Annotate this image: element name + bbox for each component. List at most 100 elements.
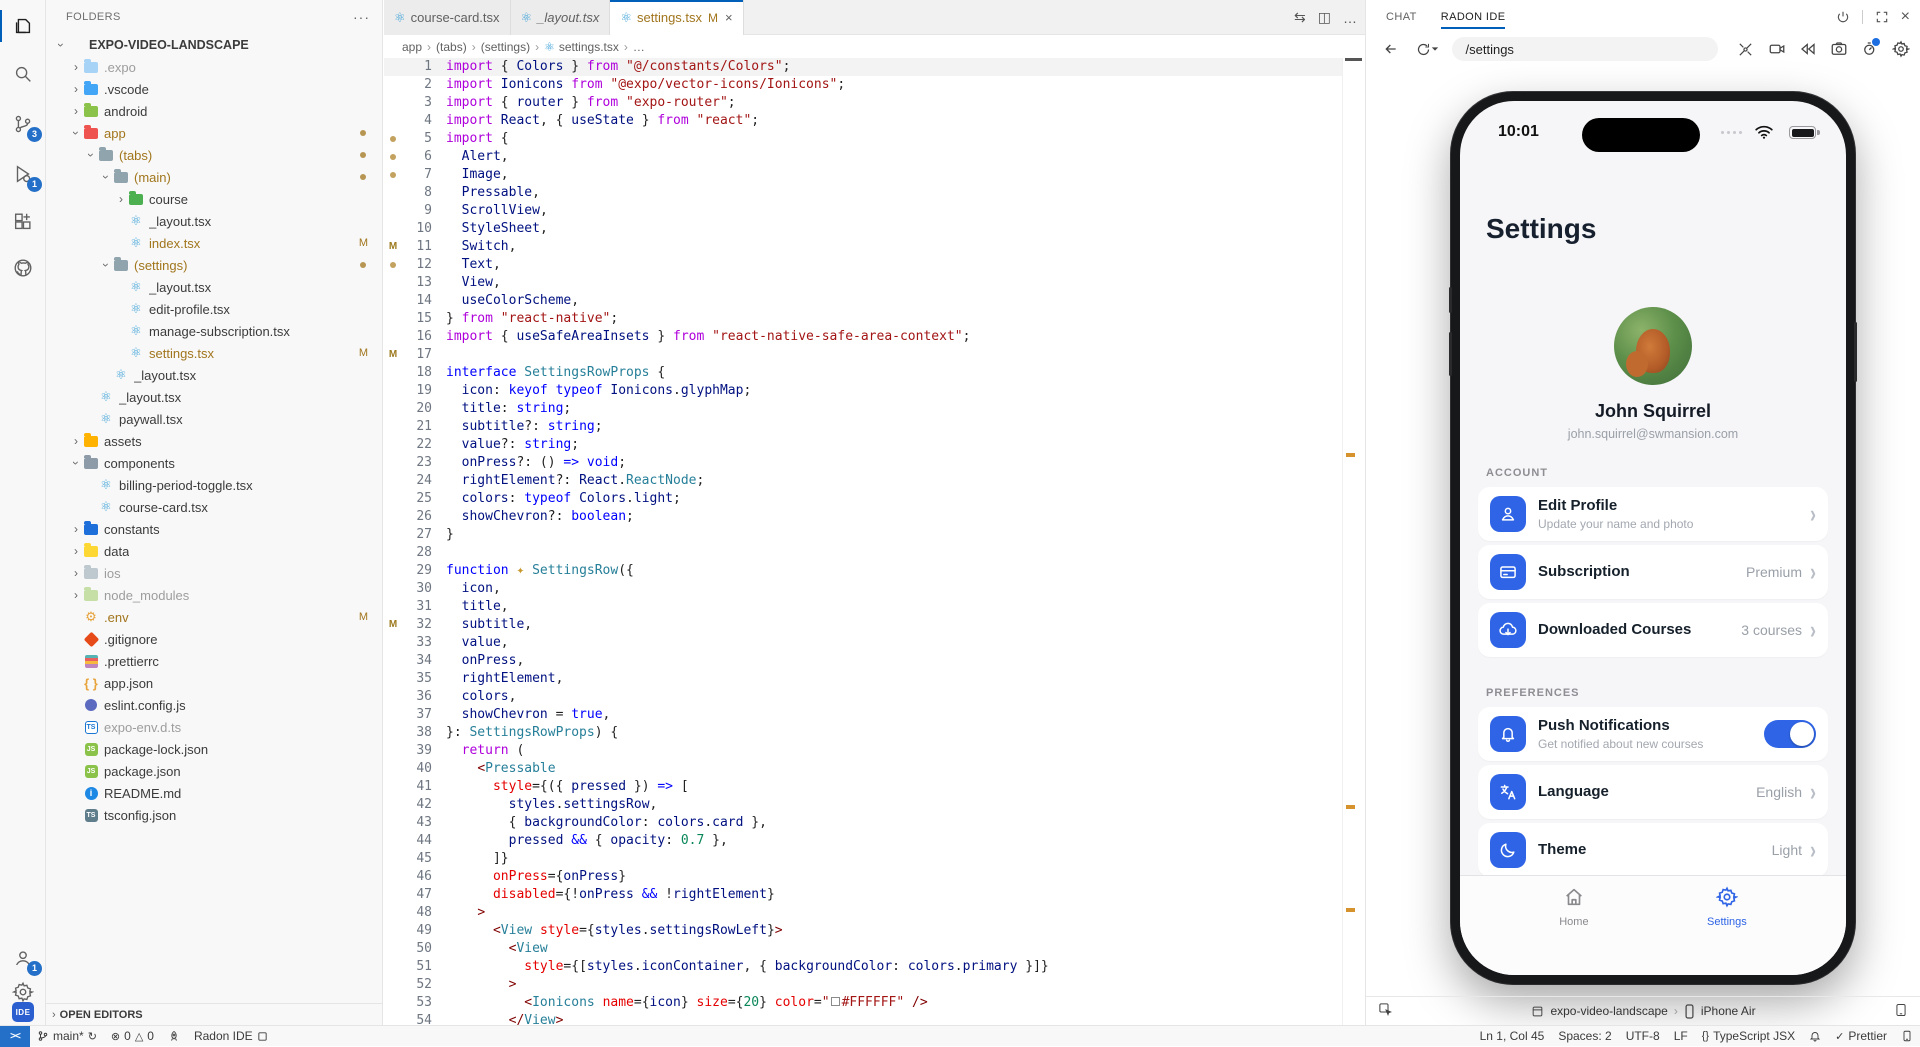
editor-tab-course-card-tsx[interactable]: ⚛course-card.tsx bbox=[384, 0, 511, 35]
url-bar[interactable]: /settings bbox=[1452, 37, 1719, 61]
tree-file--prettierrc[interactable]: ›.prettierrc bbox=[46, 650, 382, 672]
tree-folder-app[interactable]: ›app bbox=[46, 122, 382, 144]
settings-row-edit-profile[interactable]: Edit ProfileUpdate your name and photo› bbox=[1478, 487, 1828, 541]
eol[interactable]: LF bbox=[1667, 1026, 1695, 1047]
tree-folder--tabs-[interactable]: ›(tabs) bbox=[46, 144, 382, 166]
editor-more-icon[interactable]: … bbox=[1343, 10, 1357, 26]
code-line[interactable]: 51 style={[styles.iconContainer, { backg… bbox=[384, 958, 1342, 976]
code-line[interactable]: M11 Switch, bbox=[384, 238, 1342, 256]
breadcrumb[interactable]: app›(tabs)›(settings)›⚛settings.tsx›… bbox=[384, 35, 1365, 58]
breadcrumb-item[interactable]: (settings) bbox=[481, 40, 530, 54]
radon-ide-status[interactable]: Radon IDE bbox=[187, 1026, 275, 1047]
code-line[interactable]: 38}: SettingsRowProps) { bbox=[384, 724, 1342, 742]
code-line[interactable]: 46 onPress={onPress} bbox=[384, 868, 1342, 886]
code-line[interactable]: 21 subtitle?: string; bbox=[384, 418, 1342, 436]
fullscreen-icon[interactable] bbox=[1875, 10, 1889, 24]
feedback-icon[interactable] bbox=[1894, 1026, 1920, 1047]
code-line[interactable]: 33 value, bbox=[384, 634, 1342, 652]
tab-chat[interactable]: CHAT bbox=[1386, 0, 1417, 33]
search-icon[interactable] bbox=[0, 54, 46, 94]
tree-file-package-lock-json[interactable]: ›JSpackage-lock.json bbox=[46, 738, 382, 760]
tree-file-billing-period-toggle-tsx[interactable]: ›⚛billing-period-toggle.tsx bbox=[46, 474, 382, 496]
problems-status[interactable]: ⊗0 △0 bbox=[104, 1026, 161, 1047]
code-line[interactable]: 49 <View style={styles.settingsRowLeft}> bbox=[384, 922, 1342, 940]
code-line[interactable]: M32 subtitle, bbox=[384, 616, 1342, 634]
sidebar-more-icon[interactable]: ··· bbox=[353, 9, 370, 25]
code-line[interactable]: 4import React, { useState } from "react"… bbox=[384, 112, 1342, 130]
code-line[interactable]: 52 > bbox=[384, 976, 1342, 994]
code-line[interactable]: 14 useColorScheme, bbox=[384, 292, 1342, 310]
tree-file-edit-profile-tsx[interactable]: ›⚛edit-profile.tsx bbox=[46, 298, 382, 320]
code-line[interactable]: 37 showChevron = true, bbox=[384, 706, 1342, 724]
code-line[interactable]: 31 title, bbox=[384, 598, 1342, 616]
tree-folder-course[interactable]: ›course bbox=[46, 188, 382, 210]
code-line[interactable]: 24 rightElement?: React.ReactNode; bbox=[384, 472, 1342, 490]
replay-icon[interactable] bbox=[1796, 37, 1819, 61]
close-tab-icon[interactable]: × bbox=[725, 10, 733, 25]
dev-tools-icon[interactable] bbox=[1734, 37, 1757, 61]
tree-folder-components[interactable]: ›components bbox=[46, 452, 382, 474]
code-line[interactable]: 19 icon: keyof typeof Ionicons.glyphMap; bbox=[384, 382, 1342, 400]
push-notifications-toggle[interactable] bbox=[1764, 720, 1816, 748]
back-icon[interactable] bbox=[1380, 37, 1403, 61]
prettier-status[interactable]: ✓Prettier bbox=[1828, 1026, 1894, 1047]
tree-folder--main-[interactable]: ›(main) bbox=[46, 166, 382, 188]
code-line[interactable]: 6 Alert, bbox=[384, 148, 1342, 166]
code-line[interactable]: 34 onPress, bbox=[384, 652, 1342, 670]
compare-changes-icon[interactable]: ⇆ bbox=[1294, 9, 1306, 26]
code-line[interactable]: 26 showChevron?: boolean; bbox=[384, 508, 1342, 526]
code-line[interactable]: 27} bbox=[384, 526, 1342, 544]
tree-file--layout-tsx[interactable]: ›⚛_layout.tsx bbox=[46, 364, 382, 386]
code-line[interactable]: 48 > bbox=[384, 904, 1342, 922]
settings-row-language[interactable]: LanguageEnglish› bbox=[1478, 765, 1828, 819]
settings-row-push-notifications[interactable]: Push NotificationsGet notified about new… bbox=[1478, 707, 1828, 761]
code-line[interactable]: 2import Ionicons from "@expo/vector-icon… bbox=[384, 76, 1342, 94]
github-icon[interactable] bbox=[0, 248, 46, 288]
tree-folder-expo-video-landscape[interactable]: ›EXPO-VIDEO-LANDSCAPE bbox=[46, 34, 382, 56]
power-icon[interactable] bbox=[1836, 10, 1850, 24]
code-line[interactable]: 18interface SettingsRowProps { bbox=[384, 364, 1342, 382]
phone-tab-home[interactable]: Home bbox=[1559, 886, 1588, 975]
tree-file--gitignore[interactable]: ›.gitignore bbox=[46, 628, 382, 650]
code-line[interactable]: 41 style={({ pressed }) => [ bbox=[384, 778, 1342, 796]
code-line[interactable]: 28 bbox=[384, 544, 1342, 562]
inspect-icon[interactable] bbox=[1378, 1002, 1393, 1020]
code-line[interactable]: 12 Text, bbox=[384, 256, 1342, 274]
notifications-icon[interactable] bbox=[1802, 1026, 1828, 1047]
code-line[interactable]: 45 ]} bbox=[384, 850, 1342, 868]
tree-folder-data[interactable]: ›data bbox=[46, 540, 382, 562]
code-line[interactable]: 42 styles.settingsRow, bbox=[384, 796, 1342, 814]
phone-screen[interactable]: 10:01 Settings John Squirrel john.squirr… bbox=[1460, 101, 1846, 975]
minimap[interactable] bbox=[1342, 58, 1365, 1025]
code-line[interactable]: 16import { useSafeAreaInsets } from "rea… bbox=[384, 328, 1342, 346]
tree-file--env[interactable]: ›⚙.envM bbox=[46, 606, 382, 628]
extensions-icon[interactable] bbox=[0, 202, 46, 242]
code-editor[interactable]: 1import { Colors } from "@/constants/Col… bbox=[384, 58, 1342, 1025]
tree-folder-constants[interactable]: ›constants bbox=[46, 518, 382, 540]
encoding[interactable]: UTF-8 bbox=[1619, 1026, 1667, 1047]
source-control-icon[interactable]: 3 bbox=[0, 104, 46, 144]
device-frame-icon[interactable] bbox=[1894, 1003, 1908, 1020]
remote-indicator[interactable]: >< bbox=[0, 1026, 30, 1047]
tab-radon-ide[interactable]: RADON IDE bbox=[1441, 0, 1506, 33]
radon-ide-logo[interactable]: IDE bbox=[12, 1002, 34, 1022]
minimap-slider[interactable] bbox=[1345, 58, 1362, 61]
panel-settings-icon[interactable] bbox=[1889, 37, 1912, 61]
tree-folder-assets[interactable]: ›assets bbox=[46, 430, 382, 452]
breadcrumb-item[interactable]: ⚛settings.tsx bbox=[544, 40, 619, 54]
tree-file-paywall-tsx[interactable]: ›⚛paywall.tsx bbox=[46, 408, 382, 430]
tree-file--layout-tsx[interactable]: ›⚛_layout.tsx bbox=[46, 386, 382, 408]
tree-file-expo-env-d-ts[interactable]: ›TSexpo-env.d.ts bbox=[46, 716, 382, 738]
tree-file--layout-tsx[interactable]: ›⚛_layout.tsx bbox=[46, 276, 382, 298]
breadcrumb-item[interactable]: (tabs) bbox=[436, 40, 467, 54]
code-line[interactable]: 40 <Pressable bbox=[384, 760, 1342, 778]
tree-file-package-json[interactable]: ›JSpackage.json bbox=[46, 760, 382, 782]
code-line[interactable]: 20 title: string; bbox=[384, 400, 1342, 418]
code-line[interactable]: 3import { router } from "expo-router"; bbox=[384, 94, 1342, 112]
code-line[interactable]: 22 value?: string; bbox=[384, 436, 1342, 454]
code-line[interactable]: 1import { Colors } from "@/constants/Col… bbox=[384, 58, 1342, 76]
tree-folder--vscode[interactable]: ›.vscode bbox=[46, 78, 382, 100]
code-line[interactable]: 8 Pressable, bbox=[384, 184, 1342, 202]
code-line[interactable]: 5import { bbox=[384, 130, 1342, 148]
editor-tab-settings-tsx[interactable]: ⚛settings.tsxM× bbox=[610, 0, 743, 35]
